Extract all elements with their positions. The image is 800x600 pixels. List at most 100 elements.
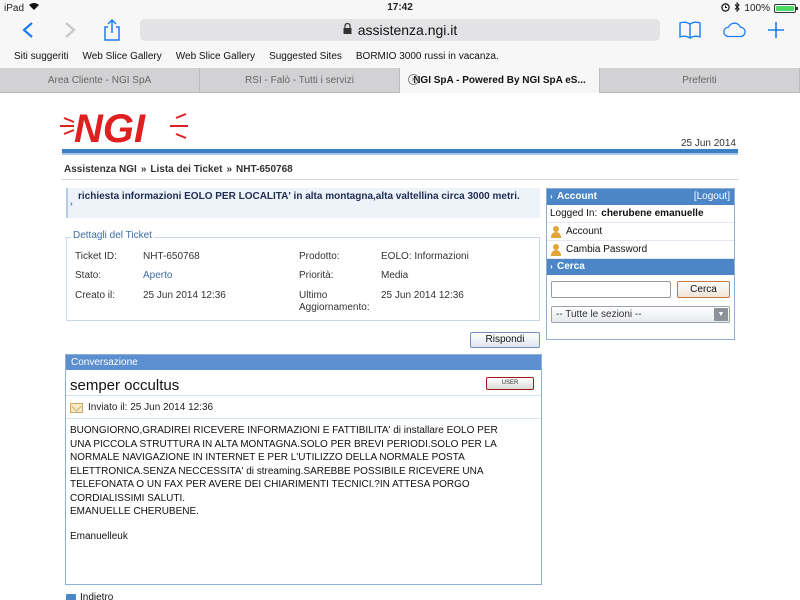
logout-link[interactable]: [Logout] <box>694 189 730 205</box>
header-rule <box>62 149 738 155</box>
message-body: BUONGIORNO,GRADIREI RICEVERE INFORMAZION… <box>70 425 498 517</box>
account-link-label: Account <box>566 225 603 237</box>
sent-info: Inviato il: 25 Jun 2014 12:36 <box>70 402 213 413</box>
breadcrumb-rule <box>62 179 738 180</box>
conversation-title: Conversazione <box>66 355 541 370</box>
new-tab-icon[interactable] <box>764 18 788 42</box>
battery-percent: 100% <box>744 3 770 14</box>
breadcrumb: Assistenza NGI » Lista dei Ticket » NHT-… <box>64 164 293 175</box>
status-time: 17:42 <box>387 2 413 13</box>
battery-fill <box>776 6 794 11</box>
logged-in-label: Logged In: <box>550 207 598 219</box>
user-badge: USER <box>486 377 534 390</box>
breadcrumb-tickets[interactable]: Lista dei Ticket <box>150 164 222 175</box>
arrow-icon: › <box>70 199 73 208</box>
ngi-logo[interactable]: NGI <box>60 104 190 151</box>
browser-toolbar: assistenza.ngi.it <box>0 16 800 44</box>
tab-label: Preferiti <box>682 75 717 86</box>
message-signature: Emanuelleuk <box>70 531 128 542</box>
tab-label: NGI SpA - Powered By NGI SpA eS... <box>413 75 586 86</box>
svg-text:NGI: NGI <box>74 107 146 148</box>
mail-icon <box>70 402 83 413</box>
product-label: Prodotto: <box>299 251 340 262</box>
bluetooth-icon <box>734 1 741 15</box>
user-icon <box>550 243 562 256</box>
alarm-icon <box>721 2 731 15</box>
close-tab-icon[interactable]: × <box>408 74 419 85</box>
cloud-tabs-icon[interactable] <box>722 18 746 42</box>
change-password-label: Cambia Password <box>566 243 648 255</box>
back-link-label: Indietro <box>80 592 114 600</box>
ticket-subject-text: richiesta informazioni EOLO PER LOCALITA… <box>78 191 520 202</box>
status-value: Aperto <box>143 270 173 281</box>
tab-preferiti[interactable]: Preferiti <box>600 68 800 93</box>
status-label: Stato: <box>75 270 102 281</box>
updated-label: Ultimo Aggiornamento: <box>299 290 370 313</box>
tab-bar: Area Cliente - NGI SpA RSI - Falò - Tutt… <box>0 68 800 93</box>
created-value: 25 Jun 2014 12:36 <box>143 290 226 301</box>
account-title: Account <box>557 191 597 202</box>
tab-label: Area Cliente - NGI SpA <box>47 75 152 86</box>
bookmarks-bar: Siti suggeriti Web Slice Gallery Web Sli… <box>0 44 800 68</box>
breadcrumb-separator: » <box>226 164 233 175</box>
bookmark-item[interactable]: Web Slice Gallery <box>82 51 161 62</box>
logged-in-user: cherubene emanuelle <box>601 207 704 219</box>
logged-in-row: Logged In: cherubene emanuelle <box>547 205 734 223</box>
header-date: 25 Jun 2014 <box>680 138 736 149</box>
ticket-details: Dettagli del Ticket Ticket ID: NHT-65076… <box>66 230 540 321</box>
ticket-id-value: NHT-650768 <box>143 251 200 262</box>
bookmark-item[interactable]: Siti suggeriti <box>14 51 68 62</box>
section-select[interactable]: -- Tutte le sezioni -- ▼ <box>551 306 730 323</box>
address-bar[interactable]: assistenza.ngi.it <box>140 19 660 41</box>
change-password-link[interactable]: Cambia Password <box>547 241 734 259</box>
account-panel: › Account [Logout] Logged In: cherubene … <box>546 188 735 340</box>
breadcrumb-current: NHT-650768 <box>236 164 293 175</box>
section-select-value: -- Tutte le sezioni -- <box>556 309 642 320</box>
sent-date: Inviato il: 25 Jun 2014 12:36 <box>88 402 214 413</box>
account-header: › Account [Logout] <box>547 189 734 205</box>
tab-label: RSI - Falò - Tutti i servizi <box>245 75 354 86</box>
bookmark-item[interactable]: BORMIO 3000 russi in vacanza. <box>356 51 499 62</box>
search-header: › Cerca <box>547 259 734 275</box>
status-bar: iPad 17:42 100% <box>0 0 800 16</box>
account-link[interactable]: Account <box>547 223 734 241</box>
message-author: semper occultus <box>70 377 180 394</box>
search-area: Cerca -- Tutte le sezioni -- ▼ <box>547 275 734 334</box>
back-icon[interactable] <box>16 18 40 42</box>
address-url: assistenza.ngi.it <box>357 22 458 38</box>
search-input[interactable] <box>551 281 671 298</box>
conversation-panel: Conversazione semper occultus USER Invia… <box>65 354 542 585</box>
breadcrumb-separator: » <box>140 164 147 175</box>
bookmark-item[interactable]: Suggested Sites <box>269 51 342 62</box>
tab-area-cliente[interactable]: Area Cliente - NGI SpA <box>0 68 200 93</box>
tab-rsi[interactable]: RSI - Falò - Tutti i servizi <box>200 68 400 93</box>
lock-icon <box>343 22 352 37</box>
back-link[interactable]: Indietro <box>66 592 113 600</box>
forward-icon[interactable] <box>58 18 82 42</box>
battery-icon <box>774 4 798 13</box>
priority-label: Priorità: <box>299 270 334 281</box>
chevron-down-icon: ▼ <box>714 308 728 321</box>
tab-ngi-active[interactable]: × NGI SpA - Powered By NGI SpA eS... <box>400 68 600 93</box>
product-value: EOLO: Informazioni <box>381 251 469 262</box>
priority-value: Media <box>381 270 409 281</box>
web-page: NGI 25 Jun 2014 Assistenza NGI » Lista d… <box>0 94 800 600</box>
breadcrumb-home[interactable]: Assistenza NGI <box>64 164 137 175</box>
divider <box>66 418 541 419</box>
status-right: 100% <box>721 1 798 15</box>
ticket-subject: › richiesta informazioni EOLO PER LOCALI… <box>66 188 540 218</box>
bookmark-item[interactable]: Web Slice Gallery <box>176 51 255 62</box>
back-arrow-icon <box>66 593 76 600</box>
ticket-id-label: Ticket ID: <box>75 251 117 262</box>
reply-button[interactable]: Rispondi <box>470 332 540 348</box>
divider <box>66 395 541 396</box>
details-title: Dettagli del Ticket <box>71 230 154 241</box>
bookmarks-icon[interactable] <box>678 18 702 42</box>
user-icon <box>550 225 562 238</box>
arrow-icon: › <box>550 192 553 201</box>
search-button[interactable]: Cerca <box>677 281 730 298</box>
updated-value: 25 Jun 2014 12:36 <box>381 290 464 301</box>
created-label: Creato il: <box>75 290 116 301</box>
share-icon[interactable] <box>100 18 124 42</box>
arrow-icon: › <box>550 262 553 271</box>
